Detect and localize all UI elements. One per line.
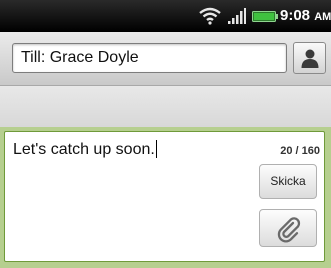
message-text-content: Let's catch up soon.: [13, 141, 155, 158]
wifi-icon: [199, 7, 221, 25]
clock-time: 9:08: [280, 7, 311, 24]
character-counter: 20 / 160: [280, 145, 320, 157]
send-button[interactable]: Skicka: [259, 164, 317, 199]
compose-panel: Let's catch up soon. 20 / 160 Skicka: [0, 127, 331, 268]
clock: 9:08 AM: [280, 7, 331, 24]
paperclip-icon: [277, 217, 301, 243]
battery-icon: [252, 11, 278, 22]
text-cursor: [155, 140, 157, 158]
conversation-area: [0, 86, 331, 127]
attach-button[interactable]: [259, 209, 317, 247]
recipient-header: Till: Grace Doyle: [0, 32, 331, 86]
contact-person-icon: [301, 49, 319, 68]
recipient-field[interactable]: Till: Grace Doyle: [12, 43, 287, 73]
message-text: Let's catch up soon.: [13, 140, 157, 159]
add-contact-button[interactable]: [293, 42, 326, 74]
clock-ampm: AM: [314, 11, 331, 23]
status-bar: 9:08 AM: [0, 0, 331, 32]
signal-icon: [228, 8, 246, 24]
